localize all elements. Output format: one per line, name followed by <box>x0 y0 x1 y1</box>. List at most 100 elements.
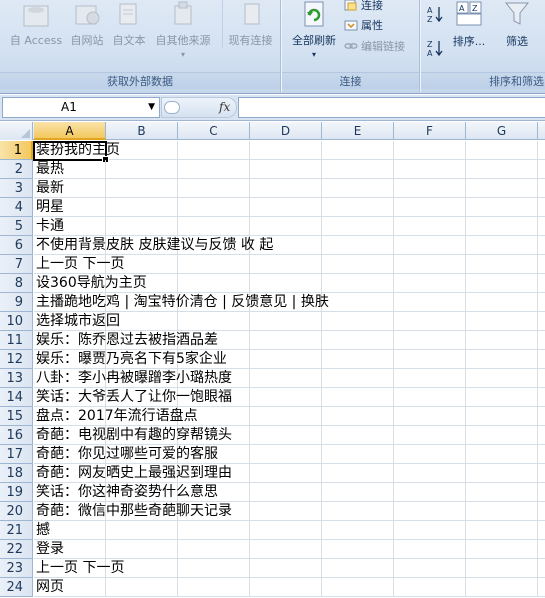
cell-a[interactable]: 最热 <box>36 160 64 179</box>
row-cells[interactable] <box>34 217 545 236</box>
table-row: 7 上一页 下一页 <box>0 255 545 274</box>
cell-a[interactable]: 奇葩：电视剧中有趣的穿帮镜头 <box>36 426 232 445</box>
connections-button[interactable]: 连接 <box>344 0 383 14</box>
row-header[interactable]: 24 <box>0 578 33 597</box>
table-row: 11 娱乐：陈乔恩过去被指酒品差 <box>0 331 545 350</box>
text-file-icon <box>119 3 137 25</box>
table-row: 23 上一页 下一页 <box>0 559 545 578</box>
from-access-button[interactable]: 自 Access <box>6 0 66 48</box>
column-header-d[interactable]: D <box>250 122 322 140</box>
cell-a[interactable]: 上一页 下一页 <box>36 559 124 578</box>
sort-button[interactable]: A Z 排序... <box>449 0 489 49</box>
row-header[interactable]: 15 <box>0 407 33 426</box>
cell-a[interactable]: 笑话：大爷丢人了让你一饱眼福 <box>36 388 232 407</box>
row-header[interactable]: 3 <box>0 179 33 198</box>
cell-a[interactable]: 奇葩：网友晒史上最强迟到理由 <box>36 464 232 483</box>
properties-button[interactable]: 属性 <box>344 16 383 34</box>
edit-links-button[interactable]: 编辑链接 <box>344 37 405 55</box>
cell-a[interactable]: 奇葩：微信中那些奇葩聊天记录 <box>36 502 232 521</box>
row-header[interactable]: 7 <box>0 255 33 274</box>
group-label-sort-filter: 排序和筛选 <box>421 72 545 89</box>
from-other-sources-button[interactable]: 自其他来源 ▾ <box>150 0 216 59</box>
from-web-button[interactable]: 自网站 <box>66 0 108 48</box>
cell-a[interactable]: 明星 <box>36 198 64 217</box>
group-sort-filter: A Z Z A A Z 排序... 筛选 排序和筛选 <box>421 0 545 92</box>
group-connections: 全部刷新 ▾ 连接 属性 编辑链接 连接 <box>282 0 420 92</box>
cell-a[interactable]: 奇葩：你见过哪些可爱的客服 <box>36 445 218 464</box>
spreadsheet-grid: A B C D E F G 1 装扮我的主页 2 最热 3 最新 4 明星 5 卡通 6 不使用背景皮… <box>0 122 545 598</box>
row-header[interactable]: 19 <box>0 483 33 502</box>
properties-icon <box>344 20 358 31</box>
cell-a[interactable]: 娱乐：陈乔恩过去被指酒品差 <box>36 331 218 350</box>
expand-handle-icon[interactable] <box>164 101 180 114</box>
cell-a[interactable]: 盘点：2017年流行语盘点 <box>36 407 198 426</box>
filter-button[interactable]: 筛选 <box>499 0 535 49</box>
row-cells[interactable] <box>34 198 545 217</box>
from-text-label: 自文本 <box>112 34 146 47</box>
cell-a[interactable]: 上一页 下一页 <box>36 255 124 274</box>
column-header-f[interactable]: F <box>394 122 466 140</box>
cell-a[interactable]: 娱乐：曝贾乃亮名下有5家企业 <box>36 350 227 369</box>
group-get-external-data: 自 Access 自网站 自文本 自其他来源 ▾ 现有连接 获取外部数据 <box>0 0 281 92</box>
row-cells[interactable] <box>34 179 545 198</box>
row-header[interactable]: 2 <box>0 160 33 179</box>
row-cells[interactable] <box>34 160 545 179</box>
row-header[interactable]: 17 <box>0 445 33 464</box>
name-box[interactable]: A1 ▼ <box>2 97 160 118</box>
sort-z-a-button[interactable]: Z A <box>427 38 445 58</box>
row-header[interactable]: 23 <box>0 559 33 578</box>
cell-a[interactable]: 八卦：李小冉被曝蹭李小璐热度 <box>36 369 232 388</box>
row-header[interactable]: 8 <box>0 274 33 293</box>
select-all-button[interactable] <box>0 122 33 140</box>
column-header-g[interactable]: G <box>466 122 538 140</box>
row-header[interactable]: 5 <box>0 217 33 236</box>
row-header[interactable]: 16 <box>0 426 33 445</box>
row-header[interactable]: 21 <box>0 521 33 540</box>
row-header[interactable]: 22 <box>0 540 33 559</box>
cell-a[interactable]: 登录 <box>36 540 64 559</box>
cell-a[interactable]: 笑话：你这神奇姿势什么意思 <box>36 483 218 502</box>
cell-a[interactable]: 最新 <box>36 179 64 198</box>
cell-a[interactable]: 选择城市返回 <box>36 312 120 331</box>
chevron-down-icon[interactable]: ▼ <box>148 98 155 117</box>
cell-a[interactable]: 装扮我的主页 <box>36 141 120 160</box>
refresh-icon <box>304 1 324 27</box>
row-cells[interactable] <box>34 540 545 559</box>
existing-connections-button[interactable]: 现有连接 <box>222 0 276 48</box>
formula-bar-splitter[interactable]: fx <box>161 97 237 118</box>
row-header[interactable]: 14 <box>0 388 33 407</box>
insert-function-button[interactable]: fx <box>219 100 230 114</box>
column-header-c[interactable]: C <box>178 122 250 140</box>
sort-dialog-icon: A Z <box>456 1 482 26</box>
table-row: 16 奇葩：电视剧中有趣的穿帮镜头 <box>0 426 545 445</box>
sort-a-z-button[interactable]: A Z <box>427 4 445 24</box>
row-header[interactable]: 1 <box>0 141 33 160</box>
row-header[interactable]: 12 <box>0 350 33 369</box>
from-text-button[interactable]: 自文本 <box>108 0 150 48</box>
group-label-external-data: 获取外部数据 <box>0 72 280 89</box>
row-header[interactable]: 6 <box>0 236 33 255</box>
cell-a[interactable]: 设360导航为主页 <box>36 274 147 293</box>
row-header[interactable]: 13 <box>0 369 33 388</box>
column-header-a[interactable]: A <box>34 122 106 140</box>
column-header-b[interactable]: B <box>106 122 178 140</box>
row-header[interactable]: 4 <box>0 198 33 217</box>
refresh-all-label: 全部刷新 <box>292 34 336 47</box>
column-header-e[interactable]: E <box>322 122 394 140</box>
row-header[interactable]: 20 <box>0 502 33 521</box>
refresh-all-button[interactable]: 全部刷新 ▾ <box>286 0 342 59</box>
cell-a[interactable]: 撼 <box>36 521 50 540</box>
row-header[interactable]: 18 <box>0 464 33 483</box>
cell-a[interactable]: 不使用背景皮肤 皮肤建议与反馈 收 起 <box>36 236 273 255</box>
row-cells[interactable] <box>34 521 545 540</box>
cell-a[interactable]: 卡通 <box>36 217 64 236</box>
cell-a[interactable]: 网页 <box>36 578 64 597</box>
svg-text:A: A <box>427 49 433 58</box>
row-cells[interactable] <box>34 578 545 597</box>
row-header[interactable]: 11 <box>0 331 33 350</box>
table-row: 6 不使用背景皮肤 皮肤建议与反馈 收 起 <box>0 236 545 255</box>
cell-a[interactable]: 主播跪地吃鸡 | 淘宝特价清仓 | 反馈意见 | 换肤 <box>36 293 329 312</box>
row-header[interactable]: 10 <box>0 312 33 331</box>
row-header[interactable]: 9 <box>0 293 33 312</box>
formula-input[interactable] <box>238 97 545 118</box>
